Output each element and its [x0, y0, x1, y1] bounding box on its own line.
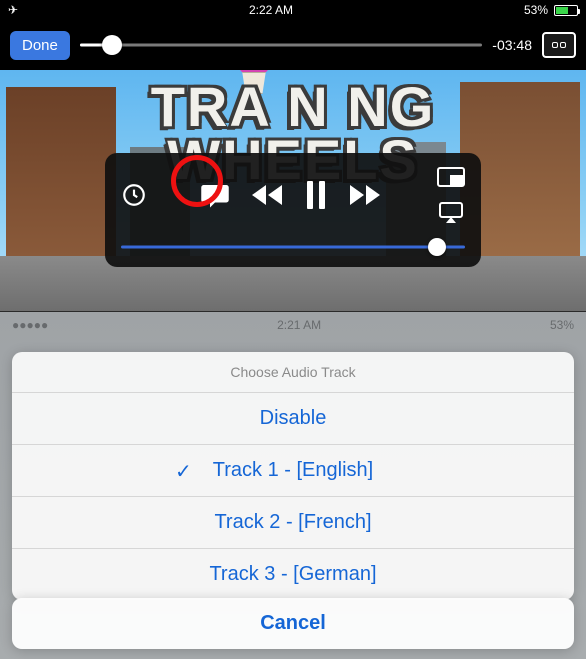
volume-thumb[interactable] [428, 238, 446, 256]
option-disable[interactable]: Disable [12, 393, 574, 445]
option-track-1[interactable]: ✓ Track 1 - [English] [12, 445, 574, 497]
subtitles-icon[interactable] [200, 182, 230, 208]
done-button[interactable]: Done [10, 31, 70, 60]
option-label: Disable [260, 407, 327, 429]
option-label: Track 1 - [English] [213, 459, 373, 481]
cancel-button[interactable]: Cancel [12, 598, 574, 649]
airplay-icon[interactable] [438, 201, 464, 223]
video-player: ✈︎ 2:22 AM 53% Done -03:48 TRA N NG WHEE… [0, 0, 586, 311]
clock-icon[interactable] [121, 182, 147, 208]
airplane-icon: ✈︎ [8, 3, 18, 17]
sheet-title: Choose Audio Track [12, 352, 574, 393]
status-bar: ✈︎ 2:22 AM 53% [0, 0, 586, 20]
option-label: Track 2 - [French] [214, 511, 371, 533]
volume-slider[interactable] [121, 237, 465, 257]
time-remaining: -03:48 [492, 37, 532, 53]
picture-in-picture-icon[interactable] [437, 167, 465, 187]
action-sheet-area: ●●●●● 2:21 AM 53% Choose Audio Track Dis… [0, 311, 586, 659]
video-frame: TRA N NG WHEELS [0, 70, 586, 311]
dim-time: 2:21 AM [277, 318, 321, 332]
battery-icon [554, 5, 578, 16]
rewind-button[interactable] [248, 181, 286, 209]
option-track-3[interactable]: Track 3 - [German] [12, 549, 574, 600]
battery-percent: 53% [524, 3, 548, 17]
audio-track-sheet: Choose Audio Track Disable ✓ Track 1 - [… [12, 352, 574, 600]
closed-caption-button[interactable] [542, 32, 576, 58]
scrubber-thumb[interactable] [102, 35, 122, 55]
option-label: Track 3 - [German] [209, 563, 376, 585]
pause-button[interactable] [304, 181, 328, 209]
scrubber[interactable] [80, 31, 482, 59]
dimmed-status-bar: ●●●●● 2:21 AM 53% [0, 318, 586, 332]
status-time: 2:22 AM [249, 3, 293, 17]
forward-button[interactable] [346, 181, 384, 209]
checkmark-icon: ✓ [175, 459, 192, 484]
option-track-2[interactable]: Track 2 - [French] [12, 497, 574, 549]
dim-battery: 53% [550, 318, 574, 332]
top-controls: Done -03:48 [0, 20, 586, 70]
playback-overlay [105, 153, 481, 267]
